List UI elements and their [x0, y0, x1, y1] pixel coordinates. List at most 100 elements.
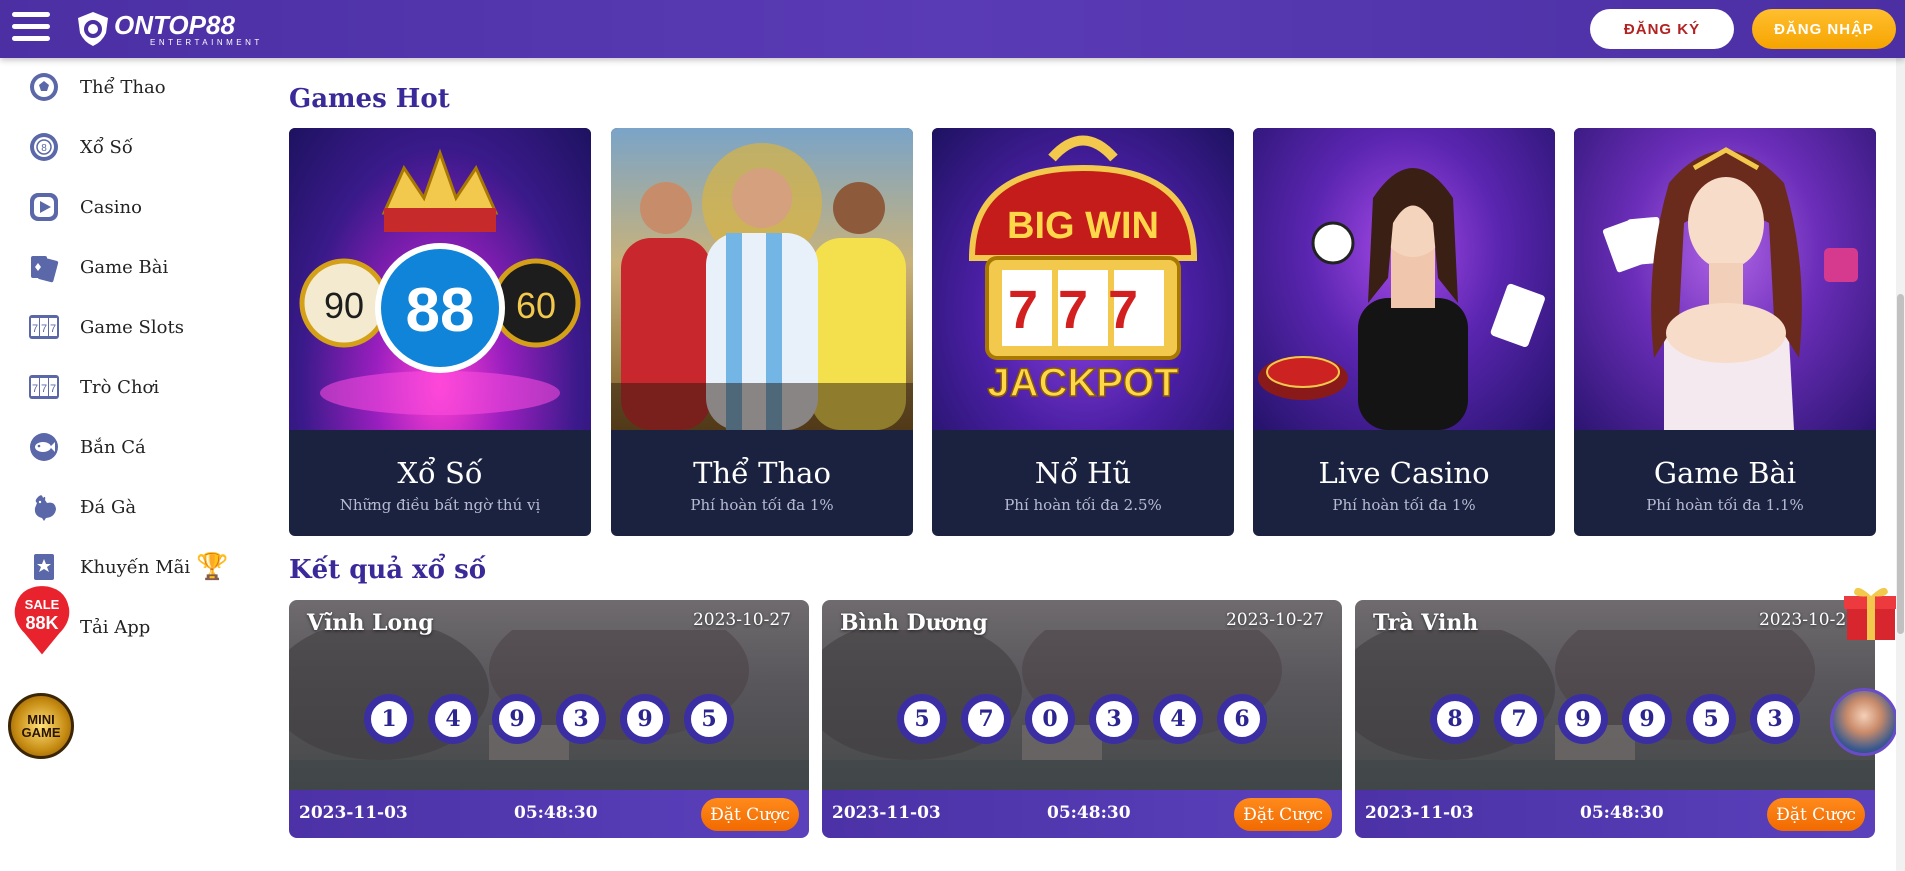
game-card-name: Thể Thao	[693, 456, 831, 490]
playing-cards-icon	[26, 249, 62, 285]
sidebar-item-games[interactable]: 777 Trò Chơi	[26, 367, 159, 407]
svg-text:7: 7	[32, 383, 38, 395]
gift-box-icon[interactable]	[1842, 580, 1900, 642]
next-draw-date: 2023-11-03	[832, 803, 941, 823]
sale-88k-badge[interactable]: SALE 88K	[10, 582, 74, 658]
lottery-province-name: Trà Vinh	[1373, 610, 1479, 636]
place-bet-button[interactable]: Đặt Cược	[1767, 798, 1865, 831]
game-card-lottery[interactable]: 90 60 88 Xổ Số Những điều bất ngờ thú vị	[289, 128, 591, 536]
art-88-text: 88	[406, 276, 475, 345]
svg-text:7: 7	[50, 383, 56, 395]
art-jackpot-text: JACKPOT	[987, 361, 1178, 405]
lottery-province-name: Bình Dương	[840, 610, 988, 636]
lottery-ball: 1	[364, 694, 414, 744]
lottery-ball: 3	[556, 694, 606, 744]
slot-777-icon: 777	[26, 369, 62, 405]
sidebar-item-label: Game Bài	[80, 256, 169, 278]
lottery-number-row: 8 7 9 9 5 3	[1355, 694, 1875, 744]
sidebar-item-label: Bắn Cá	[80, 436, 146, 458]
sidebar-item-casino[interactable]: Casino	[26, 187, 142, 227]
lottery-draw-date: 2023-10-27	[1225, 610, 1324, 630]
lottery-ball: 5	[897, 694, 947, 744]
sidebar-item-fishing[interactable]: Bắn Cá	[26, 427, 146, 467]
scrollbar-thumb[interactable]	[1897, 294, 1904, 634]
lottery-ball: 9	[1558, 694, 1608, 744]
lottery-number-row: 5 7 0 3 4 6	[822, 694, 1342, 744]
game-card-name: Nổ Hũ	[1034, 456, 1132, 490]
sidebar-item-lottery[interactable]: 8 Xổ Số	[26, 127, 133, 167]
countdown-timer: 05:48:30	[514, 803, 598, 823]
place-bet-button[interactable]: Đặt Cược	[701, 798, 799, 831]
sports-players-artwork	[611, 128, 913, 430]
soccer-ball-icon	[26, 69, 62, 105]
lottery-ball: 7	[1494, 694, 1544, 744]
sidebar-item-slots[interactable]: 777 Game Slots	[26, 307, 184, 347]
card-games-lady-artwork	[1574, 128, 1876, 430]
slot-777-icon: 777	[26, 309, 62, 345]
register-button[interactable]: ĐĂNG KÝ	[1590, 9, 1734, 49]
lottery-ball: 6	[1217, 694, 1267, 744]
lottery-artwork: 90 60 88	[289, 128, 591, 430]
lottery-ball: 8	[1430, 694, 1480, 744]
lottery-card-tra-vinh: Trà Vinh 2023-10-27 8 7 9 9 5 3 2023-11-…	[1355, 600, 1875, 838]
game-card-jackpot[interactable]: BIG WIN 777 JACKPOT Nổ Hũ Phí hoàn tối đ…	[932, 128, 1234, 536]
svg-text:60: 60	[516, 285, 556, 326]
game-card-sports[interactable]: Thể Thao Phí hoàn tối đa 1%	[611, 128, 913, 536]
game-card-card-games[interactable]: Game Bài Phí hoàn tối đa 1.1%	[1574, 128, 1876, 536]
logo-subtext: ENTERTAINMENT	[150, 37, 263, 47]
sidebar-item-label: Thể Thao	[80, 76, 166, 98]
logo-wordmark: ONTOP88	[114, 9, 235, 40]
site-logo[interactable]: ONTOP88 ENTERTAINMENT	[76, 10, 263, 48]
mini-game-line2: GAME	[21, 725, 61, 740]
lottery-ball: 3	[1750, 694, 1800, 744]
lottery-card-footer: 2023-11-03 05:48:30 Đặt Cược	[822, 790, 1342, 838]
lottery-card-vinh-long: Vĩnh Long 2023-10-27 1 4 9 3 9 5 2023-11…	[289, 600, 809, 838]
sidebar-item-card-games[interactable]: Game Bài	[26, 247, 168, 287]
mini-game-button[interactable]: MINI GAME	[8, 693, 74, 759]
next-draw-date: 2023-11-03	[299, 803, 408, 823]
promotion-badge-icon	[26, 549, 62, 585]
svg-text:7: 7	[41, 323, 47, 335]
art-777-text: 777	[1008, 280, 1158, 340]
game-card-desc: Phí hoàn tối đa 1.1%	[1646, 496, 1804, 514]
lottery-card-footer: 2023-11-03 05:48:30 Đặt Cược	[289, 790, 809, 838]
sale-badge-line1: SALE	[25, 597, 60, 612]
games-hot-title: Games Hot	[289, 84, 450, 114]
sidebar-item-label: Game Slots	[80, 316, 184, 338]
sidebar-item-label: Khuyến Mãi	[80, 556, 191, 578]
lottery-ball: 7	[961, 694, 1011, 744]
next-draw-date: 2023-11-03	[1365, 803, 1474, 823]
place-bet-button[interactable]: Đặt Cược	[1234, 798, 1332, 831]
shield-logo-icon	[78, 12, 108, 46]
sidebar-item-cockfight[interactable]: Đá Gà	[26, 487, 136, 527]
play-icon	[26, 189, 62, 225]
lottery-ball: 5	[1686, 694, 1736, 744]
page-scrollbar[interactable]	[1896, 58, 1905, 871]
lottery-ball: 3	[1089, 694, 1139, 744]
hamburger-menu-icon[interactable]	[12, 12, 52, 46]
sidebar-item-label: Casino	[80, 196, 142, 218]
game-card-live-casino[interactable]: Live Casino Phí hoàn tối đa 1%	[1253, 128, 1555, 536]
svg-text:8: 8	[41, 143, 47, 154]
game-card-desc: Phí hoàn tối đa 1%	[690, 496, 834, 514]
lottery-ball: 0	[1025, 694, 1075, 744]
lottery-ball: 5	[684, 694, 734, 744]
sidebar-item-promotions[interactable]: Khuyến Mãi 🏆	[26, 547, 228, 587]
sidebar-item-sports[interactable]: Thể Thao	[26, 67, 166, 107]
jackpot-slot-artwork: BIG WIN 777 JACKPOT	[932, 128, 1234, 430]
lottery-draw-date: 2023-10-27	[692, 610, 791, 630]
login-button[interactable]: ĐĂNG NHẬP	[1752, 9, 1896, 49]
game-card-desc: Phí hoàn tối đa 1%	[1332, 496, 1476, 514]
live-support-avatar[interactable]	[1830, 688, 1898, 756]
live-casino-dealer-artwork	[1253, 128, 1555, 430]
lottery-ball: 4	[428, 694, 478, 744]
game-card-desc: Phí hoàn tối đa 2.5%	[1004, 496, 1162, 514]
top-navbar: ONTOP88 ENTERTAINMENT ĐĂNG KÝ ĐĂNG NHẬP	[0, 0, 1905, 58]
game-card-name: Live Casino	[1318, 456, 1490, 490]
svg-text:90: 90	[324, 285, 364, 326]
countdown-timer: 05:48:30	[1047, 803, 1131, 823]
countdown-timer: 05:48:30	[1580, 803, 1664, 823]
sidebar-item-label: Tải App	[80, 616, 151, 638]
lottery-ball: 4	[1153, 694, 1203, 744]
rooster-icon	[26, 489, 62, 525]
